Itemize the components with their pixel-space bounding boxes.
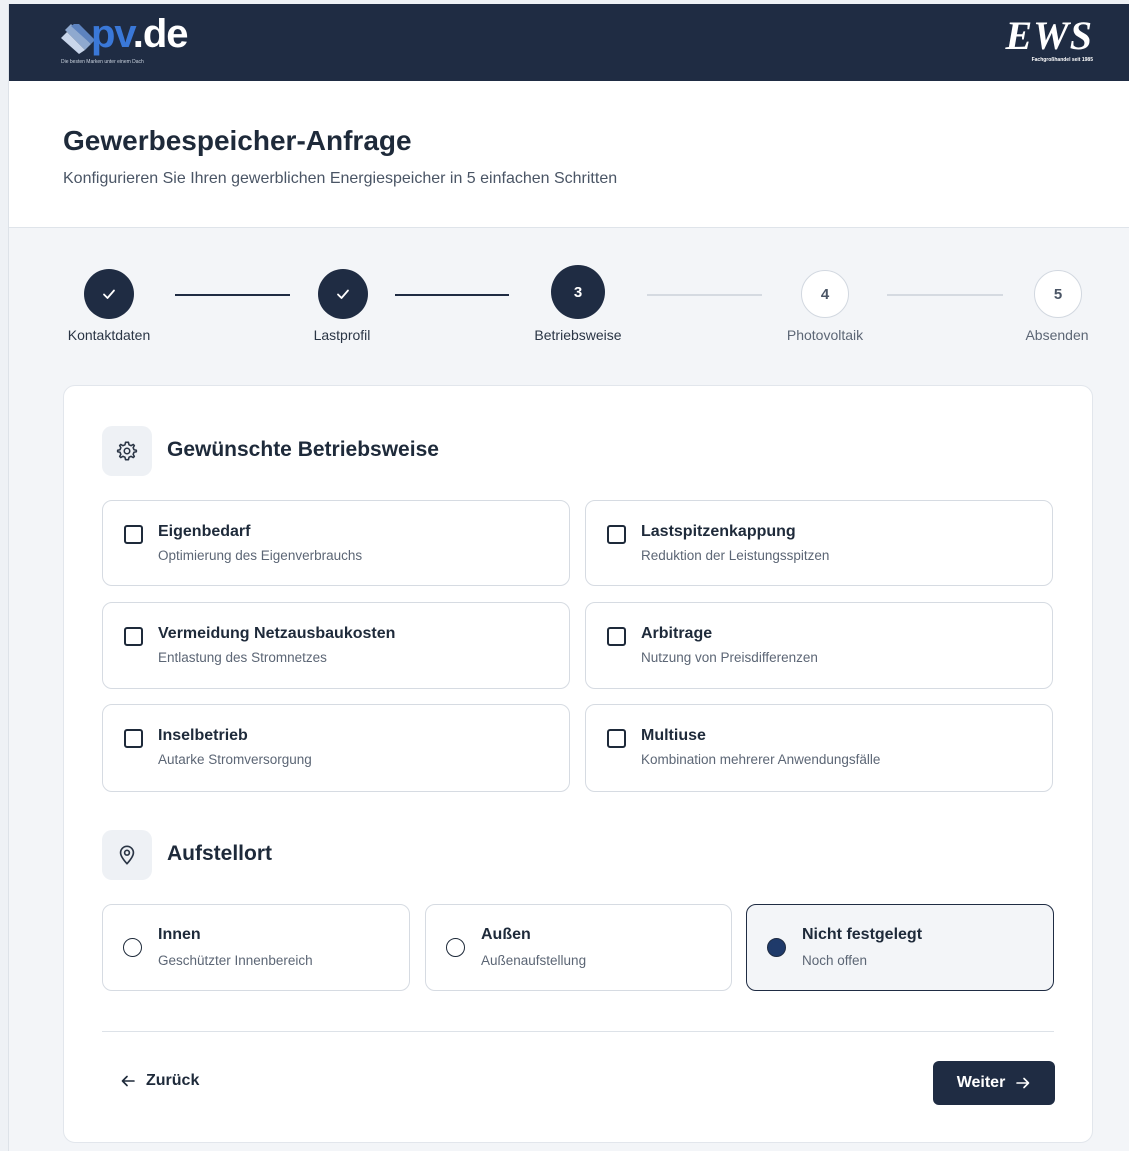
step-5-circle[interactable]: 5 [1034, 270, 1082, 318]
step-2-circle[interactable] [318, 269, 368, 319]
checkbox[interactable] [124, 729, 143, 748]
top-bar: pv.de Die besten Marken unter einem Dach… [9, 4, 1129, 81]
option-title: Eigenbedarf [158, 523, 251, 540]
step-4-label: Photovoltaik [786, 327, 864, 343]
step-1-label: Kontaktdaten [67, 327, 151, 343]
arrow-right-icon [1016, 1077, 1030, 1089]
option-description: Kombination mehrerer Anwendungsfälle [641, 752, 881, 767]
gear-icon [116, 441, 138, 461]
radio-button[interactable] [123, 938, 142, 957]
checkbox[interactable] [607, 525, 626, 544]
checkbox[interactable] [124, 525, 143, 544]
ews-logo[interactable]: EWS Fachgroßhandel seit 1985 [1005, 13, 1094, 64]
page-subtitle: Konfigurieren Sie Ihren gewerblichen Ene… [63, 170, 618, 187]
page-title: Gewerbespeicher-Anfrage [63, 125, 412, 156]
step-3-label: Betriebsweise [534, 327, 622, 343]
back-button-label: Zurück [146, 1072, 200, 1089]
option-description: Autarke Stromversorgung [158, 752, 312, 767]
location-option-innen[interactable]: Innen Geschützter Innenbereich [102, 904, 410, 991]
pv-logo[interactable]: pv.de Die besten Marken unter einem Dach [61, 12, 231, 70]
divider [102, 1031, 1054, 1032]
location-section-title: Aufstellort [167, 842, 272, 865]
stepper-line-2 [395, 294, 509, 296]
ews-logo-text: EWS [1005, 13, 1093, 58]
option-eigenbedarf[interactable]: Eigenbedarf Optimierung des Eigenverbrau… [102, 500, 570, 586]
next-button[interactable]: Weiter [933, 1061, 1055, 1105]
option-title: Vermeidung Netzausbaukosten [158, 625, 396, 642]
map-pin-icon [119, 845, 135, 865]
option-title: Lastspitzenkappung [641, 523, 796, 540]
form-card: Gewünschte Betriebsweise Eigenbedarf Opt… [63, 385, 1093, 1143]
option-inselbetrieb[interactable]: Inselbetrieb Autarke Stromversorgung [102, 704, 570, 792]
option-description: Außenaufstellung [481, 953, 587, 968]
step-4-circle[interactable]: 4 [801, 270, 849, 318]
pv-logo-text: pv.de [91, 12, 189, 56]
operation-section-icon [102, 426, 152, 476]
option-title: Innen [158, 926, 201, 943]
arrow-left-icon [121, 1075, 135, 1087]
option-title: Inselbetrieb [158, 727, 248, 744]
step-3-circle[interactable]: 3 [551, 265, 605, 319]
page: pv.de Die besten Marken unter einem Dach… [8, 4, 1129, 1151]
option-description: Nutzung von Preisdifferenzen [641, 650, 818, 665]
option-title: Außen [481, 926, 531, 943]
stepper-line-4 [887, 294, 1003, 296]
location-option-aussen[interactable]: Außen Außenaufstellung [425, 904, 732, 991]
option-title: Multiuse [641, 727, 706, 744]
option-description: Optimierung des Eigenverbrauchs [158, 548, 363, 563]
title-section: Gewerbespeicher-Anfrage Konfigurieren Si… [9, 81, 1129, 228]
option-description: Entlastung des Stromnetzes [158, 650, 327, 665]
option-description: Noch offen [802, 953, 868, 968]
operation-section-title: Gewünschte Betriebsweise [167, 438, 439, 461]
radio-button-selected[interactable] [767, 938, 786, 957]
stepper-line-1 [175, 294, 290, 296]
option-lastspitzenkappung[interactable]: Lastspitzenkappung Reduktion der Leistun… [585, 500, 1053, 586]
pv-logo-mark-icon [61, 24, 95, 54]
option-vermeidung-netzausbaukosten[interactable]: Vermeidung Netzausbaukosten Entlastung d… [102, 602, 570, 689]
radio-button[interactable] [446, 938, 465, 957]
option-title: Arbitrage [641, 625, 713, 642]
checkbox[interactable] [124, 627, 143, 646]
location-section-icon [102, 830, 152, 880]
check-icon [103, 289, 115, 299]
stepper-line-3 [647, 294, 762, 296]
checkbox[interactable] [607, 627, 626, 646]
check-icon [337, 289, 349, 299]
pv-logo-tagline: Die besten Marken unter einem Dach [61, 59, 144, 65]
location-option-nicht-festgelegt[interactable]: Nicht festgelegt Noch offen [746, 904, 1054, 991]
back-button[interactable]: Zurück [120, 1066, 199, 1096]
option-multiuse[interactable]: Multiuse Kombination mehrerer Anwendungs… [585, 704, 1053, 792]
step-5-label: Absenden [1025, 327, 1089, 343]
next-button-label: Weiter [956, 1074, 1006, 1091]
option-description: Geschützter Innenbereich [158, 953, 313, 968]
step-2-label: Lastprofil [313, 327, 371, 343]
step-1-circle[interactable] [84, 269, 134, 319]
checkbox[interactable] [607, 729, 626, 748]
option-title: Nicht festgelegt [802, 926, 923, 943]
option-description: Reduktion der Leistungsspitzen [641, 548, 830, 563]
option-arbitrage[interactable]: Arbitrage Nutzung von Preisdifferenzen [585, 602, 1053, 689]
